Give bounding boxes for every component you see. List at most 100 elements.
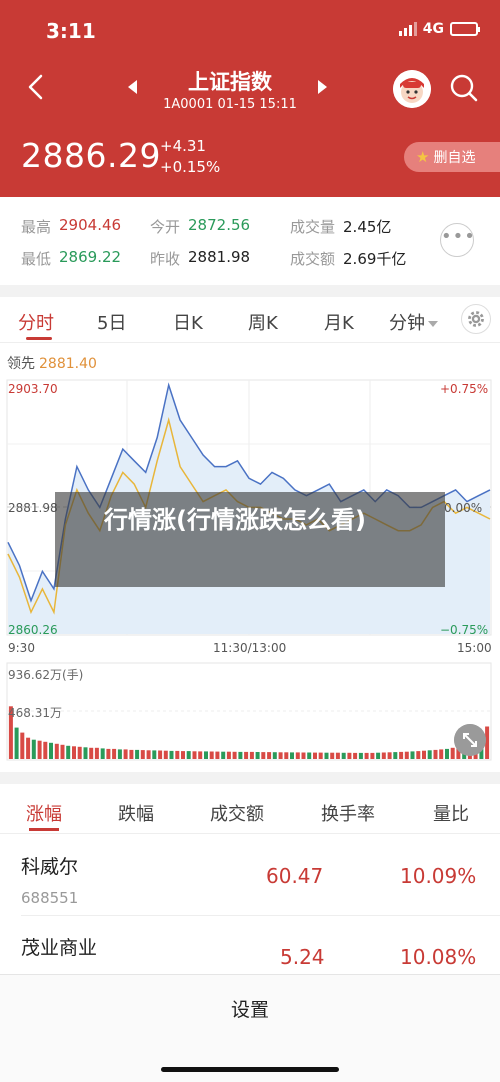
volume-bar bbox=[209, 751, 214, 759]
volume-bar bbox=[215, 751, 220, 759]
volume-bar bbox=[135, 749, 140, 759]
active-rank-tab-indicator bbox=[29, 828, 59, 831]
list-item[interactable]: 茂业商业 5.24 10.08% bbox=[0, 915, 500, 975]
list-item[interactable]: 科威尔 688551 60.47 10.09% bbox=[0, 834, 500, 914]
status-indicators: 4G bbox=[398, 21, 480, 37]
volume-bar bbox=[89, 747, 94, 759]
tab-monthly-k[interactable]: 月K bbox=[324, 309, 354, 335]
volume-bar bbox=[175, 750, 180, 759]
volume-bar bbox=[330, 752, 335, 759]
volume-bar bbox=[335, 752, 340, 759]
volume-bar bbox=[324, 752, 329, 759]
y-axis-bottom: 2860.26 bbox=[8, 623, 58, 637]
volume-bar bbox=[106, 748, 111, 759]
stock-price: 5.24 bbox=[280, 945, 325, 969]
volume-bar bbox=[83, 747, 88, 759]
volume-bar bbox=[146, 750, 151, 759]
signal-icon bbox=[398, 22, 417, 36]
battery-icon bbox=[450, 22, 480, 36]
volume-bar bbox=[450, 747, 455, 759]
volume-bar bbox=[313, 752, 317, 759]
tab-5day[interactable]: 5日 bbox=[97, 309, 126, 335]
volume-bar bbox=[353, 752, 358, 759]
volume-bar bbox=[54, 743, 59, 759]
volume-bar bbox=[307, 752, 312, 759]
volume-bar bbox=[370, 752, 375, 759]
tab-daily-k[interactable]: 日K bbox=[173, 309, 203, 335]
x-axis-mid: 11:30/13:00 bbox=[213, 641, 287, 655]
volume-bar bbox=[381, 752, 386, 759]
ranking-tabs: 涨幅 跌幅 成交额 换手率 量比 bbox=[0, 784, 500, 834]
volume-bar bbox=[445, 748, 449, 759]
x-axis-start: 9:30 bbox=[8, 641, 35, 655]
home-indicator bbox=[161, 1067, 339, 1072]
tab-intraday[interactable]: 分时 bbox=[18, 309, 54, 335]
star-icon: ★ bbox=[416, 148, 430, 166]
volume-bar bbox=[192, 751, 197, 759]
settings-label: 设置 bbox=[230, 999, 269, 1021]
x-axis-end: 15:00 bbox=[457, 641, 492, 655]
volume-bar bbox=[123, 749, 128, 759]
volume-bar bbox=[416, 751, 421, 759]
tab-volume-ratio[interactable]: 量比 bbox=[433, 800, 469, 826]
volume-bar bbox=[14, 727, 19, 759]
volume-bar bbox=[204, 751, 208, 759]
mascot-avatar-icon[interactable] bbox=[393, 70, 431, 108]
stock-header: 3:11 4G 上证指数 1A0001 01-15 15:11 2886.29 … bbox=[0, 0, 500, 197]
stock-name: 科威尔 bbox=[21, 856, 79, 878]
tab-turnover-amount[interactable]: 成交额 bbox=[210, 800, 264, 826]
prev-stock-arrow-icon[interactable] bbox=[128, 80, 137, 94]
stat-prev-close: 昨收 2881.98 bbox=[150, 248, 251, 268]
volume-bar bbox=[387, 752, 392, 759]
volume-bar bbox=[20, 732, 25, 759]
search-icon[interactable] bbox=[448, 72, 480, 104]
volume-bar bbox=[186, 751, 191, 759]
volume-bar bbox=[238, 751, 243, 759]
ranking-panel: 涨幅 跌幅 成交额 换手率 量比 科威尔 688551 60.47 10.09%… bbox=[0, 784, 500, 974]
next-stock-arrow-icon[interactable] bbox=[318, 80, 327, 94]
tab-turnover-rate[interactable]: 换手率 bbox=[321, 800, 375, 826]
y-axis-mid: 2881.98 bbox=[8, 501, 58, 515]
volume-bar bbox=[341, 752, 346, 759]
volume-bar bbox=[49, 742, 53, 759]
quote-stats: 最高 2904.46 今开 2872.56 成交量 2.45亿 最低 2869.… bbox=[0, 197, 500, 285]
fullscreen-expand-icon[interactable] bbox=[454, 724, 486, 756]
volume-bar bbox=[158, 750, 163, 759]
stock-change-pct: 10.08% bbox=[400, 945, 477, 969]
volume-bar bbox=[295, 752, 300, 759]
volume-bar bbox=[152, 750, 157, 759]
tab-gainers[interactable]: 涨幅 bbox=[26, 800, 62, 826]
more-icon[interactable]: ••• bbox=[440, 223, 475, 257]
reference-price: 领先 2881.40 bbox=[7, 356, 97, 372]
volume-bar bbox=[169, 750, 174, 759]
volume-bar bbox=[249, 751, 254, 759]
volume-bar bbox=[427, 750, 432, 759]
volume-bar bbox=[399, 751, 404, 759]
watchlist-label: 删自选 bbox=[433, 150, 476, 166]
volume-axis-mid: 468.31万 bbox=[8, 706, 62, 720]
volume-bar bbox=[347, 752, 352, 759]
pct-axis-top: +0.75% bbox=[440, 382, 489, 396]
volume-bar bbox=[117, 749, 122, 759]
status-time: 3:11 bbox=[46, 19, 96, 43]
volume-bar bbox=[77, 746, 82, 759]
settings-bar[interactable]: 设置 bbox=[0, 974, 500, 1082]
volume-bar bbox=[198, 751, 203, 759]
remove-watchlist-button[interactable]: ★ 删自选 bbox=[404, 142, 500, 172]
gear-icon[interactable] bbox=[461, 304, 491, 334]
volume-bar bbox=[261, 752, 266, 759]
volume-bar bbox=[129, 749, 134, 759]
volume-bar bbox=[100, 748, 105, 759]
current-price: 2886.29 bbox=[21, 136, 161, 175]
tab-minute[interactable]: 分钟 bbox=[389, 309, 438, 335]
change-percent: +0.15% bbox=[160, 158, 221, 176]
tab-losers[interactable]: 跌幅 bbox=[118, 800, 154, 826]
change-amount: +4.31 bbox=[160, 137, 206, 155]
volume-bar bbox=[318, 752, 323, 759]
tab-weekly-k[interactable]: 周K bbox=[248, 309, 278, 335]
volume-bar bbox=[433, 749, 438, 759]
volume-bar bbox=[272, 752, 277, 759]
volume-bar bbox=[226, 751, 231, 759]
back-arrow-icon[interactable] bbox=[22, 72, 52, 102]
page-title: 上证指数 bbox=[188, 70, 272, 94]
